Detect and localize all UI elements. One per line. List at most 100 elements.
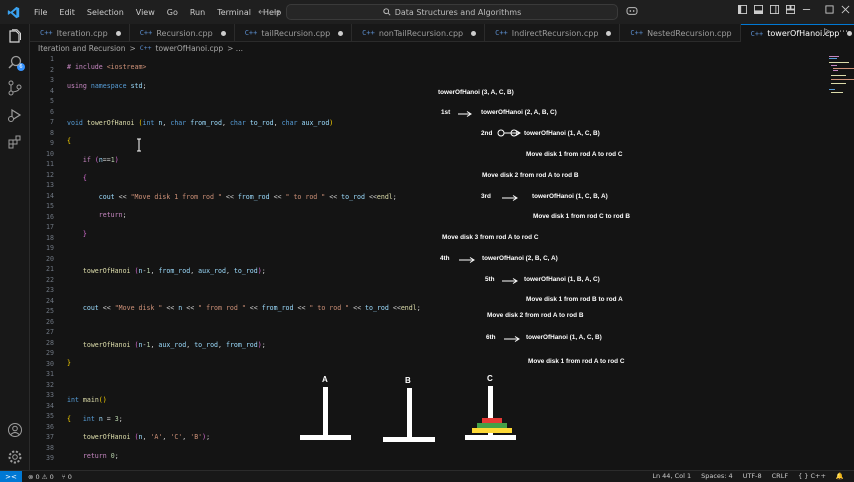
breadcrumb-folder[interactable]: Iteration and Recursion xyxy=(38,44,125,53)
tab-label: IndirectRecursion.cpp xyxy=(511,28,599,38)
cursor-position[interactable]: Ln 44, Col 1 xyxy=(652,472,691,480)
line-number: 33 xyxy=(46,391,54,399)
tab-label: nonTailRecursion.cpp xyxy=(378,28,464,38)
annotation-step2-call: towerOfHanoi (1, A, C, B) xyxy=(524,130,600,137)
line-number: 9 xyxy=(50,139,54,147)
line-number: 25 xyxy=(46,307,54,315)
end-of-line[interactable]: CRLF xyxy=(772,472,788,480)
command-center-search[interactable]: Data Structures and Algorithms xyxy=(286,4,618,20)
ports-indicator[interactable]: ⑂ 0 xyxy=(62,473,72,481)
line-number: 8 xyxy=(50,128,54,137)
cpp-file-icon: C++ xyxy=(362,29,375,37)
toggle-secondary-sidebar-icon[interactable] xyxy=(770,5,779,16)
tab-indirect-recursion[interactable]: C++ IndirectRecursion.cpp xyxy=(485,24,621,42)
arrow-icon xyxy=(459,257,475,263)
cpp-file-icon: C++ xyxy=(40,29,53,37)
line-number: 35 xyxy=(46,412,54,420)
minimap[interactable] xyxy=(826,54,854,470)
run-button[interactable]: ▷ xyxy=(824,27,831,37)
run-debug-icon[interactable] xyxy=(7,107,23,123)
problems-indicator[interactable]: ⊗ 0 ⚠ 0 xyxy=(28,473,54,481)
explorer-icon[interactable] xyxy=(7,29,23,45)
breadcrumb: Iteration and Recursion > C++ towerOfHan… xyxy=(30,42,243,54)
nav-forward-button[interactable]: → xyxy=(268,7,284,18)
arrow-icon xyxy=(458,111,472,117)
tower-b-pole xyxy=(407,388,412,438)
accounts-icon[interactable] xyxy=(7,422,23,438)
tower-label-b: B xyxy=(405,376,411,385)
menu-go[interactable]: Go xyxy=(161,8,184,17)
annotation-move-e: Move disk 1 from rod B to rod A xyxy=(526,296,623,303)
more-actions-button[interactable]: ⋯ xyxy=(839,27,848,37)
unsaved-dot-icon xyxy=(338,30,344,36)
maximize-icon[interactable] xyxy=(825,5,834,16)
notifications-bell-icon[interactable]: 🔔 xyxy=(836,472,844,480)
arrow-icon xyxy=(502,278,518,284)
annotation-move-g: Move disk 1 from rod A to rod C xyxy=(528,358,625,365)
language-mode[interactable]: { } C++ xyxy=(798,472,826,480)
tab-label: Iteration.cpp xyxy=(56,28,108,38)
code-text[interactable]: # include <iostream> using namespace std… xyxy=(67,54,421,470)
menu-selection[interactable]: Selection xyxy=(81,8,130,17)
tower-a-base xyxy=(300,435,351,440)
mouse-ibeam-cursor-icon xyxy=(137,138,141,152)
editor-tab-bar: C++ Iteration.cpp C++ Recursion.cpp C++ tai… xyxy=(30,24,854,42)
line-number: 14 xyxy=(46,191,54,200)
line-number: 13 xyxy=(46,181,54,189)
line-number: 16 xyxy=(46,212,54,221)
title-bar: File Edit Selection View Go Run Terminal… xyxy=(0,0,854,24)
annotation-step4-call: towerOfHanoi (2, B, C, A) xyxy=(482,255,558,262)
annotation-move-c: Move disk 1 from rod C to rod B xyxy=(533,213,630,220)
menu-edit[interactable]: Edit xyxy=(53,8,81,17)
status-bar: >< ⊗ 0 ⚠ 0 ⑂ 0 Ln 44, Col 1 Spaces: 4 UT… xyxy=(0,470,854,482)
tab-non-tail-recursion[interactable]: C++ nonTailRecursion.cpp xyxy=(352,24,486,42)
menu-view[interactable]: View xyxy=(130,8,161,17)
line-number: 17 xyxy=(46,223,54,231)
breadcrumb-file[interactable]: towerOfHanoi.cpp xyxy=(156,44,224,53)
line-number: 21 xyxy=(46,265,54,273)
search-icon[interactable] xyxy=(7,54,23,70)
line-number: 23 xyxy=(46,286,54,294)
encoding[interactable]: UTF-8 xyxy=(743,472,762,480)
copilot-icon[interactable] xyxy=(626,6,638,16)
line-number: 34 xyxy=(46,401,54,410)
breadcrumb-symbol[interactable]: > ... xyxy=(227,44,243,53)
line-number: 18 xyxy=(46,233,54,242)
curved-arrow-icon xyxy=(497,129,521,137)
menu-run[interactable]: Run xyxy=(184,8,211,17)
annotation-move-a: Move disk 1 from rod A to rod C xyxy=(526,151,623,158)
close-icon[interactable] xyxy=(841,5,850,16)
extensions-icon[interactable] xyxy=(7,134,23,150)
line-number: 22 xyxy=(46,275,54,284)
tab-recursion[interactable]: C++ Recursion.cpp xyxy=(130,24,235,42)
unsaved-dot-icon xyxy=(115,30,121,36)
arrow-icon xyxy=(504,336,520,342)
remote-indicator-button[interactable]: >< xyxy=(0,470,22,482)
toggle-panel-icon[interactable] xyxy=(754,5,763,16)
tab-iteration[interactable]: C++ Iteration.cpp xyxy=(30,24,130,42)
cpp-file-icon: C++ xyxy=(750,29,764,38)
line-number: 19 xyxy=(46,244,54,252)
indentation[interactable]: Spaces: 4 xyxy=(701,472,733,480)
cpp-file-icon: C++ xyxy=(139,29,153,37)
manage-gear-icon[interactable] xyxy=(7,449,23,465)
menu-terminal[interactable]: Terminal xyxy=(211,8,257,17)
annotation-move-b: Move disk 2 from rod A to rod B xyxy=(482,172,579,179)
customize-layout-icon[interactable] xyxy=(786,5,795,16)
tab-label: Recursion.cpp xyxy=(156,28,213,38)
annotation-step4-label: 4th xyxy=(440,255,450,262)
toggle-primary-sidebar-icon[interactable] xyxy=(738,5,747,16)
search-icon xyxy=(383,8,391,16)
code-editor[interactable]: 1 2 3 4 5 6 7 8 9 10 11 12 13 14 15 16 17 18 19 20 21 22 23 24 2… xyxy=(30,54,826,470)
line-number: 28 xyxy=(46,338,54,347)
menu-file[interactable]: File xyxy=(28,8,53,17)
line-number: 12 xyxy=(46,170,54,179)
source-control-icon[interactable] xyxy=(7,80,23,96)
annotation-step5-call: towerOfHanoi (1, B, A, C) xyxy=(524,276,600,283)
tab-nested-recursion[interactable]: C++ NestedRecursion.cpp xyxy=(620,24,741,42)
minimize-icon[interactable] xyxy=(802,5,818,16)
line-number: 4 xyxy=(50,86,54,95)
tab-tail-recursion[interactable]: C++ tailRecursion.cpp xyxy=(235,24,353,42)
annotation-step3-label: 3rd xyxy=(481,193,491,200)
line-number: 3 xyxy=(50,76,54,84)
